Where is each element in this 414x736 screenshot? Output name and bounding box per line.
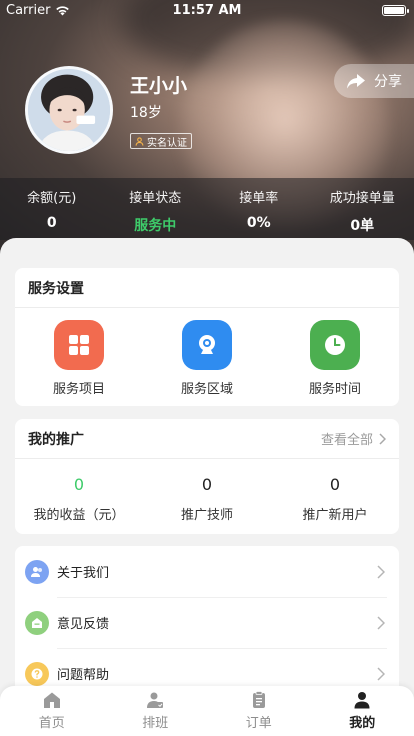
promo-value: 0	[329, 475, 341, 494]
promo-technicians[interactable]: 0 推广技师	[143, 475, 271, 523]
schedule-icon	[145, 690, 165, 710]
user-name: 王小小	[130, 75, 188, 97]
battery-icon	[382, 5, 409, 16]
verified-person-icon	[135, 136, 144, 146]
stat-value: 0	[46, 215, 57, 231]
stat-value: 0单	[350, 218, 375, 234]
service-items-button[interactable]: 服务项目	[15, 320, 143, 397]
promo-label: 推广技师	[180, 508, 233, 523]
verified-badge: 实名认证	[130, 133, 192, 149]
verified-label: 实名认证	[147, 137, 187, 149]
grid-icon	[54, 320, 104, 370]
tab-schedule[interactable]: 排班	[104, 686, 208, 736]
promo-value: 0	[201, 475, 213, 494]
avatar[interactable]	[25, 66, 113, 154]
chevron-right-icon	[377, 615, 387, 630]
users-icon	[25, 559, 49, 584]
home-icon	[42, 690, 62, 710]
avatar-image	[28, 69, 110, 151]
stat-label: 接单状态	[129, 191, 182, 206]
stats-bar: 余额(元) 0 接单状态 服务中 接单率 0% 成功接单量 0单	[0, 178, 414, 240]
promo-new-users[interactable]: 0 推广新用户	[271, 475, 399, 523]
clipboard-icon	[249, 690, 269, 710]
chevron-right-icon	[379, 432, 386, 445]
share-button[interactable]: 分享	[334, 64, 414, 98]
promo-value: 0	[73, 475, 85, 494]
menu-item-label: 关于我们	[57, 566, 110, 581]
service-label: 服务项目	[52, 382, 105, 397]
promo-earnings[interactable]: 0 我的收益（元）	[15, 475, 143, 523]
stat-successful-orders: 成功接单量 0单	[311, 178, 414, 240]
menu-item-feedback[interactable]: 意见反馈	[15, 597, 399, 648]
service-settings-card: 服务设置 服务项目 服务区域 服务时间	[15, 268, 399, 406]
tab-bar: 首页 排班 订单 我的	[0, 686, 414, 736]
promo-label: 我的收益（元）	[33, 508, 125, 523]
service-time-button[interactable]: 服务时间	[271, 320, 399, 397]
service-label: 服务时间	[308, 382, 361, 397]
chevron-right-icon	[377, 564, 387, 579]
stat-label: 余额(元)	[27, 191, 77, 206]
stat-value: 服务中	[134, 218, 177, 234]
menu-item-label: 意见反馈	[57, 617, 110, 632]
help-icon	[25, 661, 49, 686]
stat-balance[interactable]: 余额(元) 0	[0, 178, 104, 240]
tab-home[interactable]: 首页	[0, 686, 104, 736]
person-icon	[352, 690, 372, 710]
tab-label: 我的	[349, 716, 376, 731]
card-title: 服务设置	[28, 280, 84, 297]
camera-icon	[182, 320, 232, 370]
tab-label: 订单	[245, 716, 272, 731]
menu-item-about[interactable]: 关于我们	[15, 546, 399, 597]
feedback-icon	[25, 610, 49, 635]
promo-label: 推广新用户	[302, 508, 368, 523]
share-icon	[347, 73, 365, 88]
card-title: 我的推广	[28, 431, 84, 448]
clock-icon	[310, 320, 360, 370]
menu-item-label: 问题帮助	[57, 668, 110, 683]
chevron-right-icon	[377, 666, 387, 681]
view-all-label: 查看全部	[320, 433, 373, 448]
stat-acceptance-rate: 接单率 0%	[207, 178, 311, 240]
service-label: 服务区域	[180, 382, 233, 397]
tab-label: 排班	[142, 716, 169, 731]
status-time: 11:57 AM	[172, 3, 242, 18]
stat-label: 成功接单量	[329, 191, 395, 206]
tab-orders[interactable]: 订单	[207, 686, 311, 736]
tab-label: 首页	[38, 716, 65, 731]
stat-value: 0%	[246, 215, 271, 231]
stat-label: 接单率	[239, 191, 279, 206]
user-age: 18岁	[130, 105, 162, 121]
view-all-link[interactable]: 查看全部	[321, 429, 386, 448]
main-content: 服务设置 服务项目 服务区域 服务时间 我的推广 查看全部 0 我的收益（元） …	[0, 238, 414, 736]
status-bar: Carrier 11:57 AM	[0, 0, 414, 22]
card-header: 服务设置	[15, 268, 399, 308]
promotion-card: 我的推广 查看全部 0 我的收益（元） 0 推广技师 0 推广新用户	[15, 419, 399, 534]
stat-order-status[interactable]: 接单状态 服务中	[104, 178, 208, 240]
tab-mine[interactable]: 我的	[311, 686, 414, 736]
share-label: 分享	[374, 74, 402, 90]
service-area-button[interactable]: 服务区域	[143, 320, 271, 397]
card-header: 我的推广 查看全部	[15, 419, 399, 459]
